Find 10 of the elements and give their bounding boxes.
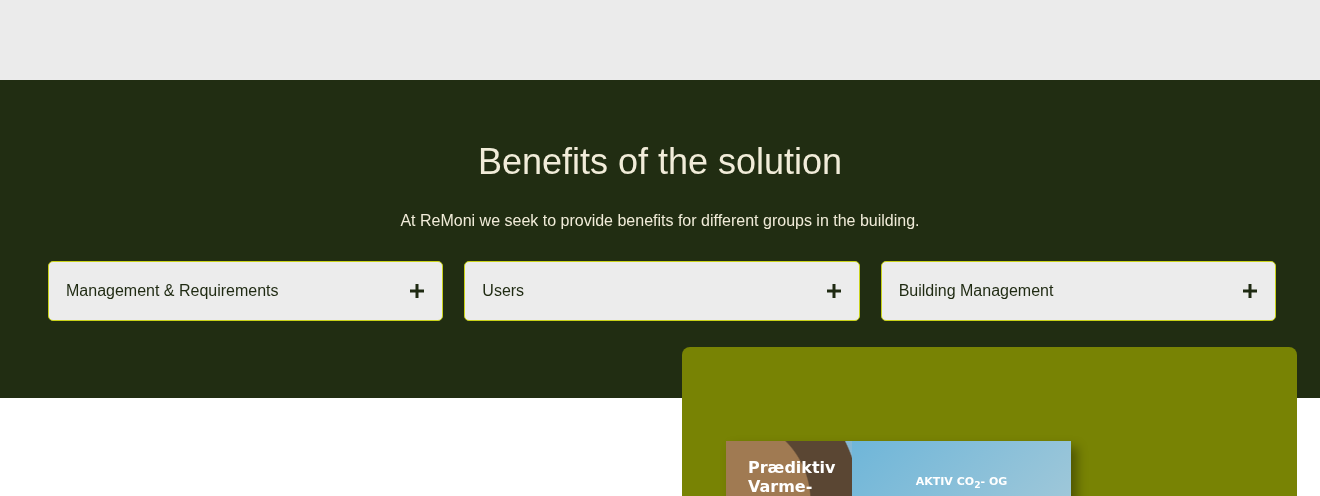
plus-icon: [410, 284, 425, 298]
plus-icon: [826, 284, 841, 298]
accordion-header[interactable]: Building Management: [880, 261, 1276, 321]
section-title: Benefits of the solution: [477, 140, 843, 184]
plus-icon: [1243, 284, 1257, 298]
brochure-tagline: AKTIV CO$_{2}$- OG: [915, 475, 1008, 493]
section-subtitle: At ReMoni we seek to provide benefits for different groups in the building.: [400, 212, 920, 230]
accordion-header[interactable]: Users: [464, 261, 860, 321]
accordion-header[interactable]: Management & Requirements: [48, 261, 444, 321]
brochure-title: Prædiktiv Varme-: [748, 458, 837, 496]
